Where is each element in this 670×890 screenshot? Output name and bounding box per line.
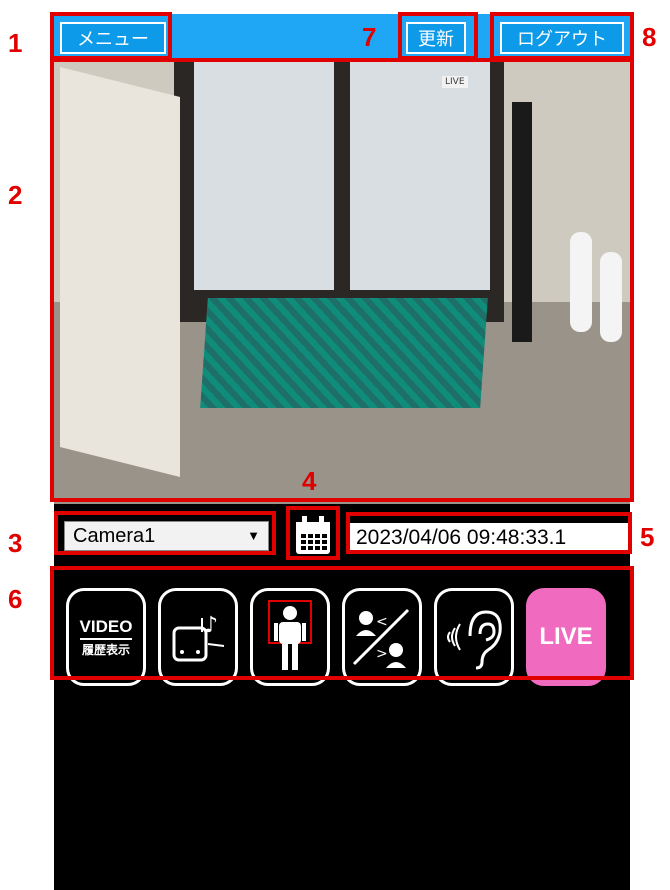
annotation-box-3 [54,511,276,555]
annotation-number-8: 8 [642,22,657,52]
annotation-number-3: 3 [8,528,23,558]
annotation-box-7 [398,12,478,60]
annotation-box-1 [50,12,172,60]
annotation-number-6: 6 [8,584,23,614]
annotation-number-2: 2 [8,180,23,210]
annotation-box-6 [50,566,634,680]
annotation-box-5 [346,512,632,554]
annotation-number-5: 5 [640,522,655,552]
annotation-number-7: 7 [362,22,377,52]
annotation-box-2 [50,58,634,502]
annotation-box-4 [286,506,340,560]
annotation-box-8 [490,12,634,60]
annotation-number-4: 4 [302,466,317,496]
annotation-number-1: 1 [8,28,23,58]
